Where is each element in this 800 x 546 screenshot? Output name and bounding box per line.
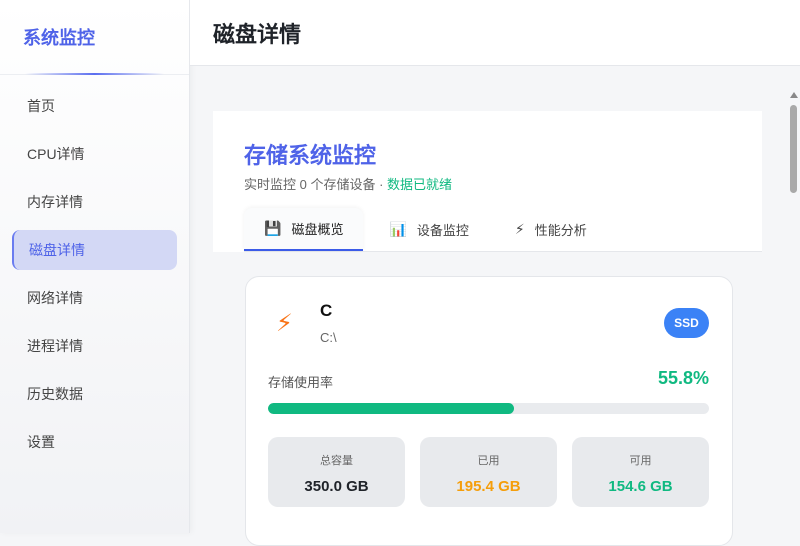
tab-disk-overview[interactable]: 💾 磁盘概览 — [244, 208, 364, 251]
tab-device-monitor[interactable]: 📊 设备监控 — [369, 208, 488, 251]
status-text: 数据已就绪 — [387, 177, 453, 192]
floppy-disk-icon: 💾 — [264, 220, 282, 236]
sidebar-item-home[interactable]: 首页 — [12, 86, 177, 126]
usage-label: 存储使用率 — [268, 375, 334, 390]
sidebar-item-settings[interactable]: 设置 — [12, 422, 177, 462]
stat-free: 可用 154.6 GB — [572, 437, 709, 507]
tab-label: 设备监控 — [416, 223, 469, 238]
usage-progress-fill — [268, 403, 515, 414]
usage-value: 55.8% — [657, 368, 709, 388]
sidebar-item-memory[interactable]: 内存详情 — [12, 182, 177, 222]
stat-value: 195.4 GB — [456, 478, 521, 495]
bar-chart-icon: 📊 — [389, 221, 407, 237]
page-title: 磁盘详情 — [190, 0, 800, 66]
tab-label: 性能分析 — [534, 223, 587, 238]
sidebar-item-process[interactable]: 进程详情 — [12, 326, 177, 366]
lightning-icon: ⚡ — [276, 310, 293, 337]
disk-name: C — [320, 301, 333, 320]
sidebar-item-disk[interactable]: 磁盘详情 — [12, 230, 177, 270]
tab-performance[interactable]: ⚡ 性能分析 — [495, 208, 607, 251]
panel-subtitle: 实时监控 0 个存储设备 · 数据已就绪 — [244, 174, 452, 193]
stat-label: 可用 — [629, 455, 652, 467]
disk-card: ⚡ C C:\ SSD 存储使用率 55.8% 总容量 350.0 GB 已用 19… — [245, 276, 733, 546]
scroll-up-arrow-icon[interactable] — [790, 92, 798, 98]
scroll-thumb[interactable] — [790, 105, 797, 193]
disk-path: C:\ — [320, 330, 337, 345]
tab-label: 磁盘概览 — [291, 222, 344, 237]
sidebar-item-history[interactable]: 历史数据 — [12, 374, 177, 414]
stat-label: 已用 — [477, 455, 500, 467]
stat-used: 已用 195.4 GB — [420, 437, 557, 507]
stat-label: 总容量 — [320, 455, 353, 467]
scrollbar[interactable] — [787, 88, 800, 533]
storage-panel: 存储系统监控 实时监控 0 个存储设备 · 数据已就绪 💾 磁盘概览 📊 设备监控 … — [213, 111, 762, 252]
subtitle-text: 实时监控 0 个存储设备 · — [244, 177, 388, 192]
usage-progress-bar — [268, 403, 709, 414]
stat-total: 总容量 350.0 GB — [268, 437, 405, 507]
stat-value: 350.0 GB — [304, 478, 369, 495]
sidebar-item-cpu[interactable]: CPU详情 — [12, 134, 177, 174]
brand-title: 系统监控 — [0, 0, 189, 75]
sidebar-item-network[interactable]: 网络详情 — [12, 278, 177, 318]
lightning-icon: ⚡ — [514, 221, 525, 237]
disk-stats: 总容量 350.0 GB 已用 195.4 GB 可用 154.6 GB — [268, 437, 709, 507]
sidebar-nav: 首页 CPU详情 内存详情 磁盘详情 网络详情 进程详情 历史数据 设置 — [0, 75, 189, 462]
tab-bar: 💾 磁盘概览 📊 设备监控 ⚡ 性能分析 — [244, 208, 762, 252]
stat-value: 154.6 GB — [608, 478, 673, 495]
panel-title: 存储系统监控 — [244, 143, 377, 168]
disk-type-badge: SSD — [664, 308, 709, 338]
sidebar: 系统监控 首页 CPU详情 内存详情 磁盘详情 网络详情 进程详情 历史数据 设… — [0, 0, 190, 533]
